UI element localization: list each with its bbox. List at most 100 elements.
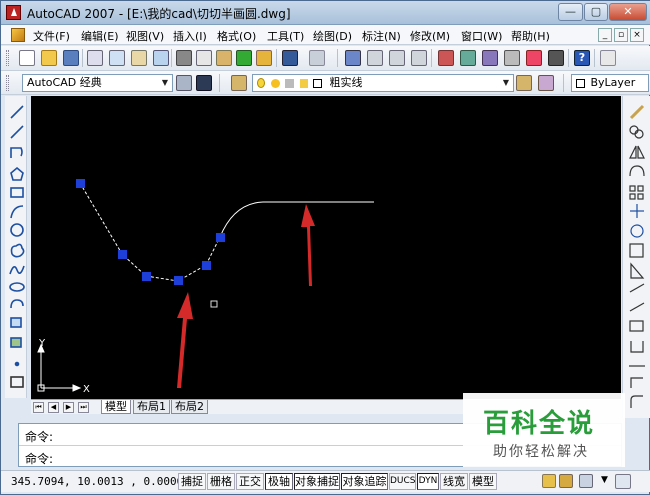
block-editor-icon[interactable] <box>256 50 272 66</box>
arc-icon[interactable] <box>10 205 24 219</box>
maximize-button[interactable]: ▢ <box>584 3 608 21</box>
save-icon[interactable] <box>63 50 79 66</box>
polygon-icon[interactable] <box>10 166 24 181</box>
drawing-canvas[interactable]: Y X <box>31 96 621 399</box>
zoom-previous-icon[interactable] <box>411 50 427 66</box>
menu-file[interactable]: 文件(F) <box>33 28 70 44</box>
snap-toggle[interactable]: 捕捉 <box>178 473 206 490</box>
ellipse-icon[interactable] <box>9 282 25 292</box>
help-icon[interactable]: ? <box>574 50 590 66</box>
redo-icon[interactable] <box>309 50 325 66</box>
menu-draw[interactable]: 绘图(D) <box>313 28 352 44</box>
stretch-icon[interactable] <box>630 262 645 279</box>
grip-point[interactable] <box>174 276 183 285</box>
tab-layout1[interactable]: 布局1 <box>133 400 170 414</box>
properties-icon[interactable] <box>438 50 454 66</box>
clean-screen-icon[interactable] <box>615 474 631 489</box>
menu-help[interactable]: 帮助(H) <box>511 28 550 44</box>
next-tab-button[interactable]: ▶ <box>63 402 74 413</box>
workspace-settings-icon[interactable] <box>176 75 192 91</box>
make-block-icon[interactable] <box>10 337 22 348</box>
text-style-icon[interactable] <box>600 50 616 66</box>
object-tracking-toggle[interactable]: 对象追踪 <box>341 473 388 490</box>
menu-format[interactable]: 格式(O) <box>217 28 256 44</box>
menu-insert[interactable]: 插入(I) <box>173 28 207 44</box>
paste-icon[interactable] <box>216 50 232 66</box>
layer-select[interactable]: 粗实线 ▼ <box>252 74 514 92</box>
break-at-point-icon[interactable] <box>629 320 644 332</box>
3d-dwf-icon[interactable] <box>153 50 169 66</box>
workspace-save-icon[interactable] <box>196 75 212 91</box>
polar-toggle[interactable]: 极轴 <box>265 473 293 490</box>
print-icon[interactable] <box>87 50 103 66</box>
ellipse-arc-icon[interactable] <box>10 299 24 309</box>
tab-model[interactable]: 模型 <box>101 400 131 414</box>
hatch-icon[interactable] <box>10 376 24 388</box>
copy-icon[interactable] <box>196 50 212 66</box>
zoom-realtime-icon[interactable] <box>367 50 383 66</box>
markup-icon[interactable] <box>526 50 542 66</box>
mirror-icon[interactable] <box>629 145 637 159</box>
prev-tab-button[interactable]: ◀ <box>48 402 59 413</box>
mdi-minimize-button[interactable]: _ <box>598 28 612 42</box>
chamfer-icon[interactable] <box>630 377 643 388</box>
mdi-close-button[interactable]: × <box>630 28 644 42</box>
grip-point[interactable] <box>142 272 151 281</box>
move-icon[interactable] <box>630 204 644 218</box>
communication-center-icon[interactable] <box>559 474 573 488</box>
erase-icon[interactable] <box>629 104 645 120</box>
open-file-icon[interactable] <box>41 50 57 66</box>
offset-icon[interactable] <box>629 165 645 177</box>
model-toggle[interactable]: 模型 <box>469 473 497 490</box>
menu-tools[interactable]: 工具(T) <box>267 28 304 44</box>
zoom-window-icon[interactable] <box>389 50 405 66</box>
menu-view[interactable]: 视图(V) <box>126 28 164 44</box>
minimize-button[interactable]: — <box>558 3 583 21</box>
scale-icon[interactable] <box>629 243 644 258</box>
undo-icon[interactable] <box>282 50 298 66</box>
revision-cloud-icon[interactable] <box>10 243 25 258</box>
design-center-icon[interactable] <box>460 50 476 66</box>
new-file-icon[interactable] <box>19 50 35 66</box>
tray-settings-icon[interactable] <box>579 474 593 488</box>
toolbar-grip[interactable] <box>6 50 9 66</box>
first-tab-button[interactable]: ⏮ <box>33 402 44 413</box>
tool-palettes-icon[interactable] <box>482 50 498 66</box>
polyline-icon[interactable] <box>10 147 23 158</box>
menu-window[interactable]: 窗口(W) <box>461 28 502 44</box>
grip-point[interactable] <box>202 261 211 270</box>
layer-previous-icon[interactable] <box>538 75 554 91</box>
construction-line-icon[interactable] <box>10 125 24 139</box>
menu-modify[interactable]: 修改(M) <box>410 28 450 44</box>
grid-toggle[interactable]: 栅格 <box>207 473 235 490</box>
dyn-toggle[interactable]: DYN <box>417 473 439 490</box>
ortho-toggle[interactable]: 正交 <box>236 473 264 490</box>
make-object-layer-current-icon[interactable] <box>516 75 532 91</box>
break-icon[interactable] <box>630 341 644 353</box>
lineweight-toggle[interactable]: 线宽 <box>440 473 468 490</box>
selected-curve[interactable] <box>79 182 221 282</box>
close-button[interactable]: ✕ <box>609 3 647 21</box>
calculator-icon[interactable] <box>548 50 564 66</box>
match-properties-icon[interactable] <box>236 50 252 66</box>
grip-point[interactable] <box>118 250 127 259</box>
object-snap-toggle[interactable]: 对象捕捉 <box>294 473 340 490</box>
sheet-set-icon[interactable] <box>504 50 520 66</box>
spline-icon[interactable] <box>9 265 25 275</box>
circle-icon[interactable] <box>10 223 24 237</box>
insert-block-icon[interactable] <box>10 317 22 328</box>
rotate-icon[interactable] <box>630 224 644 238</box>
workspace-select[interactable]: AutoCAD 经典 ▼ <box>22 74 173 92</box>
tray-menu-arrow-icon[interactable]: ▼ <box>601 475 608 485</box>
tab-layout2[interactable]: 布局2 <box>171 400 208 414</box>
trim-icon[interactable] <box>629 283 645 293</box>
tangent-arc-line[interactable] <box>219 201 374 238</box>
fillet-icon[interactable] <box>630 395 643 408</box>
menu-dimension[interactable]: 标注(N) <box>362 28 401 44</box>
last-tab-button[interactable]: ⏭ <box>78 402 89 413</box>
cut-icon[interactable] <box>176 50 192 66</box>
extend-icon[interactable] <box>629 302 645 312</box>
lock-icon[interactable] <box>542 474 556 488</box>
document-menu-icon[interactable] <box>11 28 25 42</box>
print-preview-icon[interactable] <box>109 50 125 66</box>
